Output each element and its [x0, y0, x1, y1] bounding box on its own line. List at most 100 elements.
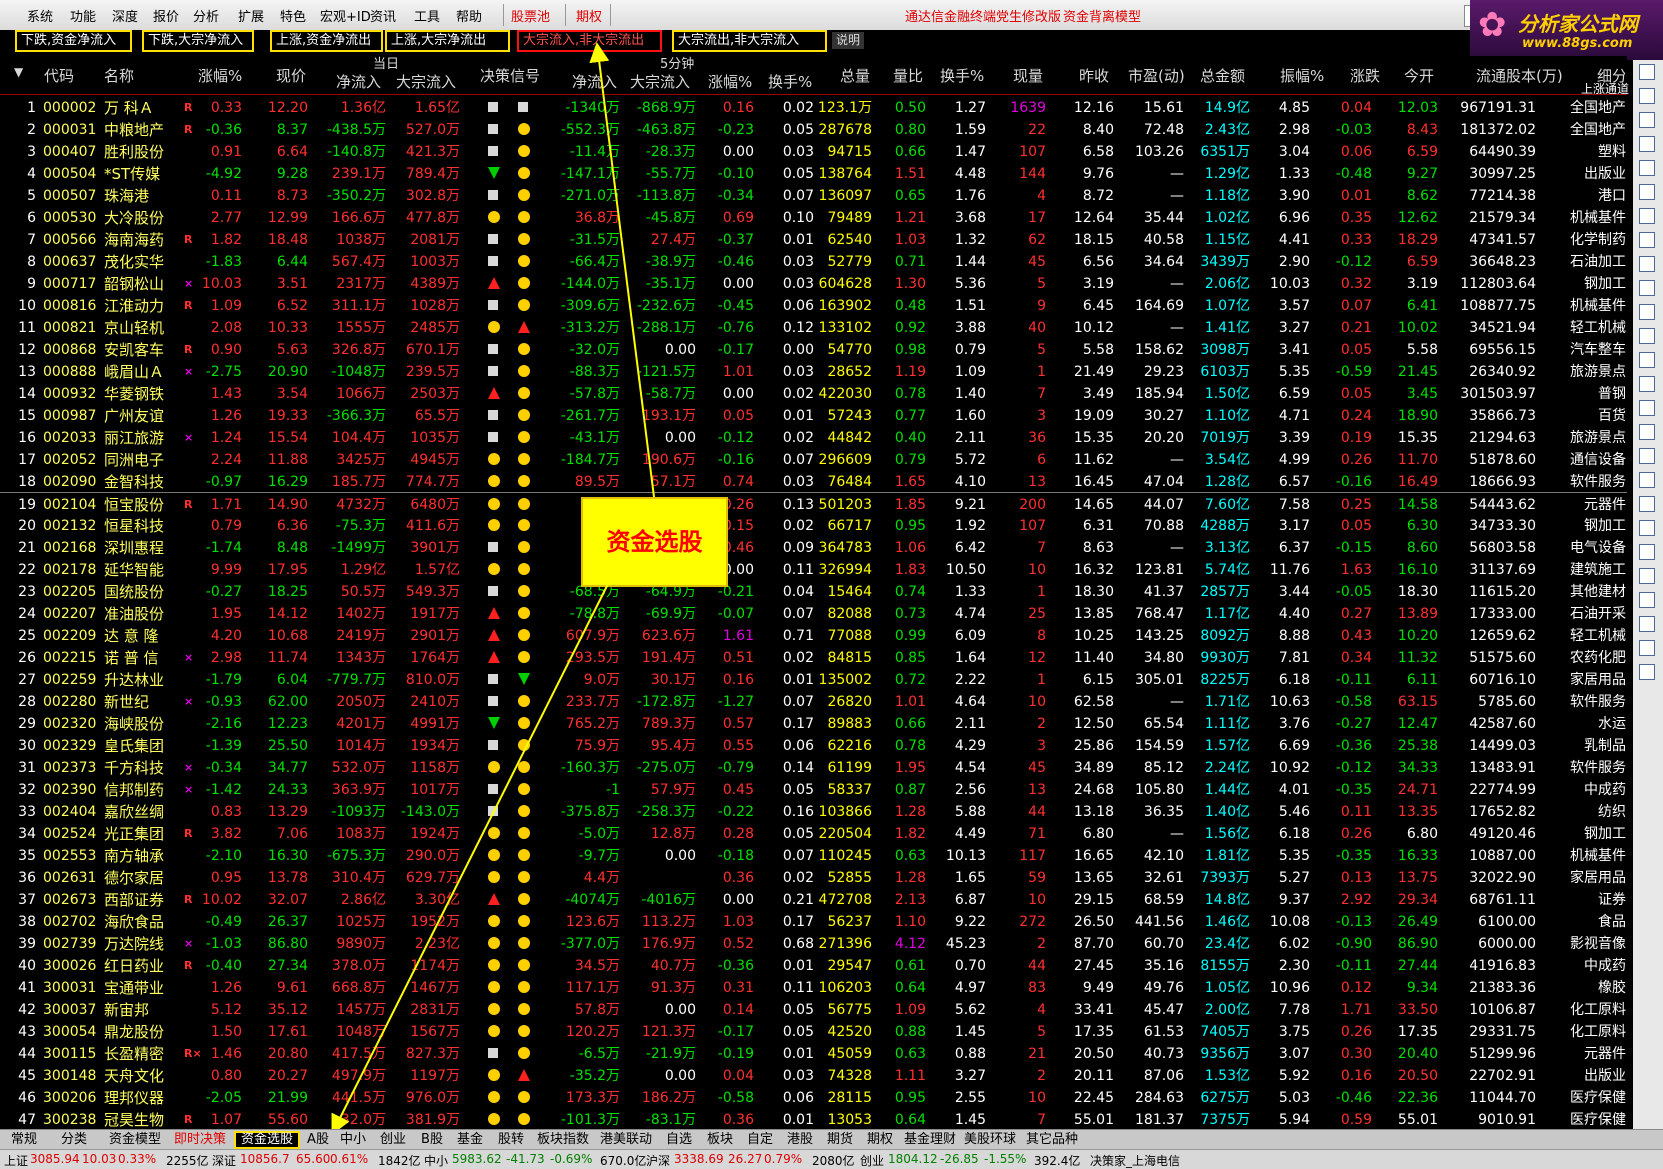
table-row[interactable]: 5 000507 珠海港 0.11 8.73 -350.2万 302.8万 -271.0万 -1… — [0, 184, 1627, 206]
tab-20[interactable]: 美股环球 — [962, 1131, 1018, 1149]
table-row[interactable]: 16 002033 丽江旅游 × 1.24 15.54 104.4万 1035万 -43.1万 0… — [0, 426, 1627, 448]
menu-item[interactable]: 宏观+ID — [320, 6, 371, 25]
tab-10[interactable]: 股转 — [492, 1131, 530, 1149]
sidebar-tool-icon[interactable] — [1639, 592, 1655, 608]
sidebar-tool-icon[interactable] — [1639, 88, 1655, 104]
sidebar-tool-icon[interactable] — [1639, 424, 1655, 440]
table-row[interactable]: 38 002702 海欣食品 -0.49 26.37 1025万 1952万 123.6万 11… — [0, 910, 1627, 932]
col-current-vol[interactable]: 现量 — [1013, 65, 1043, 86]
table-row[interactable]: 8 000637 茂化实华 -1.83 6.44 567.4万 1003万 -66.4万 -38… — [0, 250, 1627, 272]
tab-7[interactable]: 创业 — [374, 1131, 412, 1149]
tab-17[interactable]: 期货 — [822, 1131, 858, 1149]
tab-9[interactable]: 基金 — [452, 1131, 488, 1149]
table-row[interactable]: 11 000821 京山轻机 2.08 10.33 1555万 2485万 -313.2万 -2… — [0, 316, 1627, 338]
tab-14[interactable]: 板块 — [702, 1131, 738, 1149]
sidebar-tool-icon[interactable] — [1639, 64, 1655, 80]
table-row[interactable]: 29 002320 海峡股份 -2.16 12.23 4201万 4991万 765.2万 78… — [0, 712, 1627, 734]
table-row[interactable]: 34 002524 光正集团 R 3.82 7.06 1083万 1924万 -5.0万 12.8… — [0, 822, 1627, 844]
sidebar-tool-icon[interactable] — [1639, 208, 1655, 224]
sort-toggle-icon[interactable]: ▼ — [14, 65, 23, 79]
sidebar-tool-icon[interactable] — [1639, 496, 1655, 512]
menu-item[interactable]: 特色 — [280, 6, 306, 25]
tab-6[interactable]: 中小 — [336, 1131, 370, 1149]
menu-item[interactable]: 功能 — [70, 6, 96, 25]
table-row[interactable]: 20 002132 恒星科技 0.79 6.36 -75.3万 411.6万 0.15 0.02… — [0, 514, 1627, 536]
table-row[interactable]: 22002178延华智能9.9917.951.29亿1.57亿-90.000.1… — [0, 558, 1627, 580]
table-row[interactable]: 24 002207 准油股份 1.95 14.12 1402万 1917万 -78.8万 -69… — [0, 602, 1627, 624]
filter-button[interactable]: 大宗流出,非大宗流入 — [672, 30, 827, 52]
table-row[interactable]: 1 000002 万 科Ａ R 0.33 12.20 1.36亿 1.65亿 -1340万 -86… — [0, 96, 1627, 118]
tab-4[interactable]: 资金选股 — [234, 1131, 300, 1149]
filter-button[interactable]: 上涨,大宗净流出 — [385, 30, 510, 52]
sidebar-tool-icon[interactable] — [1639, 544, 1655, 560]
table-row[interactable]: 26 002215 诺 普 信 × 2.98 11.74 1343万 1764万 293.5万 1… — [0, 646, 1627, 668]
sidebar-tool-icon[interactable] — [1639, 376, 1655, 392]
table-row[interactable]: 39 002739 万达院线 × -1.03 86.80 9890万 2.23亿 -377.0万… — [0, 932, 1627, 954]
tab-3[interactable]: 即时决策 — [170, 1131, 230, 1149]
col-code[interactable]: 代码 — [44, 65, 74, 86]
table-row[interactable]: 19002104恒宝股份R1.7114.904732万6480万-20.260.… — [0, 492, 1627, 515]
col-net-in-5min[interactable]: 净流入 — [572, 71, 617, 92]
sidebar-tool-icon[interactable] — [1639, 232, 1655, 248]
col-turnover-5min[interactable]: 换手% — [768, 71, 812, 92]
sidebar-tool-icon[interactable] — [1639, 352, 1655, 368]
table-row[interactable]: 31 002373 千方科技 × -0.34 34.77 532.0万 1158万 -160.3… — [0, 756, 1627, 778]
sidebar-tool-icon[interactable] — [1639, 400, 1655, 416]
sidebar-tool-icon[interactable] — [1639, 160, 1655, 176]
table-row[interactable]: 41 300031 宝通带业 1.26 9.61 668.8万 1467万 117.1万 91.… — [0, 976, 1627, 998]
menu-item-red[interactable]: 股票池 — [511, 6, 550, 25]
sidebar-tool-icon[interactable] — [1639, 472, 1655, 488]
tab-11[interactable]: 板块指数 — [534, 1131, 592, 1149]
sidebar-tool-icon[interactable] — [1639, 256, 1655, 272]
menu-item[interactable]: 报价 — [153, 6, 179, 25]
sidebar-tool-icon[interactable] — [1639, 328, 1655, 344]
col-block-in-5min[interactable]: 大宗流入 — [630, 71, 690, 92]
menu-item[interactable]: 扩展 — [238, 6, 264, 25]
tab-15[interactable]: 自定 — [742, 1131, 778, 1149]
menu-item[interactable]: 帮助 — [456, 6, 482, 25]
table-row[interactable]: 10 000816 江淮动力 R 1.09 6.52 311.1万 1028万 -309.6万 -… — [0, 294, 1627, 316]
tab-5[interactable]: A股 — [304, 1131, 332, 1149]
col-price[interactable]: 现价 — [276, 65, 306, 86]
tab-21[interactable]: 其它品种 — [1022, 1131, 1082, 1149]
table-row[interactable]: 36 002631 德尔家居 0.95 13.78 310.4万 629.7万 4.4万 0.3… — [0, 866, 1627, 888]
table-row[interactable]: 4 000504 *ST传媒 -4.92 9.28 239.1万 789.4万 -147.1万… — [0, 162, 1627, 184]
tab-2[interactable]: 资金模型 — [104, 1131, 166, 1149]
sidebar-tool-icon[interactable] — [1639, 136, 1655, 152]
menu-item[interactable]: 系统 — [27, 6, 53, 25]
sidebar-tool-icon[interactable] — [1639, 184, 1655, 200]
table-row[interactable]: 37 002673 西部证券 R 10.02 32.07 2.86亿 3.30亿 -4074万 -… — [0, 888, 1627, 910]
col-vol-ratio[interactable]: 量比 — [893, 65, 923, 86]
tab-18[interactable]: 期权 — [862, 1131, 898, 1149]
col-open[interactable]: 今开 — [1404, 65, 1434, 86]
table-row[interactable]: 47 300238 冠昊生物 R 1.07 55.60 32.0万 381.9万 -101.3万… — [0, 1108, 1627, 1130]
col-volume[interactable]: 总量 — [840, 65, 870, 86]
tab-16[interactable]: 港股 — [782, 1131, 818, 1149]
sidebar-tool-icon[interactable] — [1639, 616, 1655, 632]
table-row[interactable]: 12 000868 安凯客车 R 0.90 5.63 326.8万 670.1万 -32.0万 0… — [0, 338, 1627, 360]
table-row[interactable]: 21 002168 深圳惠程 -1.74 8.48 -1499万 3901万 0.46 0.09… — [0, 536, 1627, 558]
table-row[interactable]: 33 002404 嘉欣丝绸 0.83 13.29 -1093万 -143.0万 -375.8… — [0, 800, 1627, 822]
table-row[interactable]: 25 002209 达 意 隆 4.20 10.68 2419万 2901万 607.9万 62… — [0, 624, 1627, 646]
sidebar-tool-icon[interactable] — [1639, 280, 1655, 296]
table-row[interactable]: 32 002390 信邦制药 × -1.42 24.33 363.9万 1017万 -1 57.9… — [0, 778, 1627, 800]
col-pct-5min[interactable]: 涨幅% — [708, 71, 752, 92]
col-name[interactable]: 名称 — [104, 65, 134, 86]
table-row[interactable]: 42 300037 新宙邦 5.12 35.12 1457万 2831万 57.8万 0.00 0… — [0, 998, 1627, 1020]
tab-0[interactable]: 常规 — [4, 1131, 44, 1149]
table-row[interactable]: 9 000717 韶钢松山 × 10.03 3.51 2317万 4389万 -144.0万 -3… — [0, 272, 1627, 294]
menu-item[interactable]: 分析 — [193, 6, 219, 25]
table-row[interactable]: 30 002329 皇氏集团 -1.39 25.50 1014万 1934万 75.9万 95.… — [0, 734, 1627, 756]
filter-button[interactable]: 上涨,资金净流出 — [270, 30, 383, 52]
table-row[interactable]: 7 000566 海南海药 R 1.82 18.48 1038万 2081万 -31.5万 27.… — [0, 228, 1627, 250]
tab-19[interactable]: 基金理财 — [902, 1131, 958, 1149]
col-turnover[interactable]: 换手% — [940, 65, 984, 86]
table-row[interactable]: 46 300206 理邦仪器 -2.05 21.99 441.5万 976.0万 173.3万… — [0, 1086, 1627, 1108]
filter-button[interactable]: 下跌,资金净流入 — [15, 30, 132, 52]
tab-12[interactable]: 港美联动 — [596, 1131, 656, 1149]
table-row[interactable]: 23 002205 国统股份 -0.27 18.25 50.5万 549.3万 -68.5万 -… — [0, 580, 1627, 602]
table-row[interactable]: 3 000407 胜利股份 0.91 6.64 -140.8万 421.3万 -11.4万 -2… — [0, 140, 1627, 162]
tab-1[interactable]: 分类 — [48, 1131, 100, 1149]
sidebar-tool-icon[interactable] — [1639, 640, 1655, 656]
col-pe[interactable]: 市盈(动) — [1128, 65, 1185, 86]
